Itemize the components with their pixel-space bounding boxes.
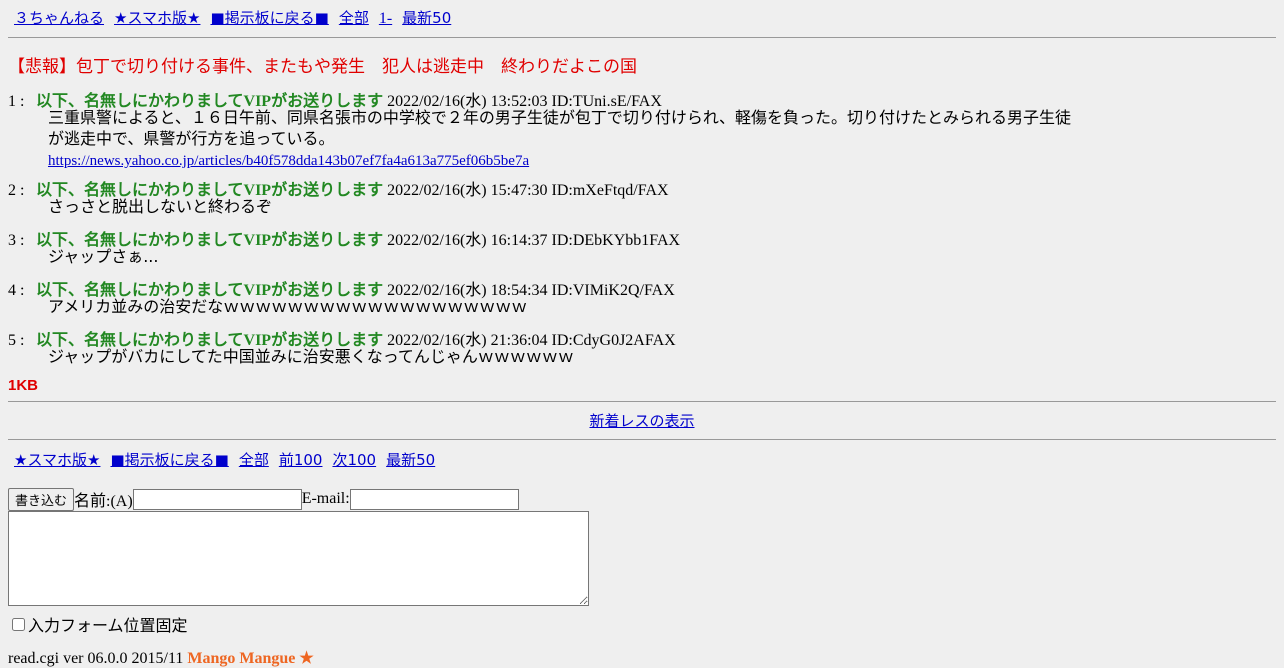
post-meta: 2022/02/16(水) 15:47:30 ID:mXeFtqd/FAX — [387, 182, 669, 199]
latest50-link[interactable]: 最新50 — [402, 9, 451, 27]
range-link[interactable]: 1- — [379, 10, 392, 27]
next100-link[interactable]: 次100 — [332, 451, 376, 469]
fix-form-position-option[interactable]: 入力フォーム位置固定 — [10, 612, 188, 636]
back-to-board-link[interactable]: ■掲示板に戻る■ — [110, 451, 228, 469]
message-textarea[interactable] — [8, 511, 589, 606]
divider — [8, 439, 1276, 440]
post-line: が逃走中で、県警が行方を追っている。 — [48, 129, 335, 148]
smartphone-link[interactable]: ★スマホ版★ — [114, 9, 200, 27]
fix-form-position-label: 入力フォーム位置固定 — [28, 616, 188, 635]
post-form-row: 書き込む 名前:(A) E-mail: — [8, 487, 519, 511]
smartphone-link[interactable]: ★スマホ版★ — [14, 451, 100, 469]
brand-text: Mango Mangue ★ — [187, 650, 314, 667]
post-body: さっさと脱出しないと終わるぞ — [48, 196, 272, 217]
post-line: 三重県警によると、１６日午前、同県名張市の中学校で２年の男子生徒が包丁で切り付け… — [48, 108, 1072, 127]
name-label: 名前:(A) — [74, 493, 133, 510]
post-meta: 2022/02/16(水) 16:14:37 ID:DEbKYbb1FAX — [387, 232, 681, 249]
top-menu: ３ちゃんねる ★スマホ版★ ■掲示板に戻る■ 全部 1- 最新50 — [14, 7, 457, 28]
email-field[interactable] — [349, 488, 519, 510]
version-text: read.cgi ver 06.0.0 2015/11 — [8, 650, 184, 667]
submit-post-button[interactable]: 書き込む — [8, 487, 75, 511]
thread-title: 【悲報】包丁で切り付ける事件、またもや発生 犯人は逃走中 終わりだよこの国 — [8, 57, 637, 77]
show-all-link[interactable]: 全部 — [239, 451, 269, 469]
divider — [8, 37, 1276, 38]
footer: read.cgi ver 06.0.0 2015/11 Mango Mangue… — [8, 648, 314, 668]
post-number: 4 : — [8, 282, 25, 299]
name-field[interactable] — [132, 488, 302, 510]
post-line: アメリカ並みの治安だなｗｗｗｗｗｗｗｗｗｗｗｗｗｗｗｗｗｗｗ — [48, 297, 528, 316]
post-body: 三重県警によると、１６日午前、同県名張市の中学校で２年の男子生徒が包丁で切り付け… — [48, 107, 1071, 172]
fix-form-position-checkbox[interactable] — [12, 617, 25, 631]
post-line: ジャップがバカにしてた中国並みに治安悪くなってんじゃんｗｗｗｗｗｗ — [48, 347, 574, 366]
post-number: 3 : — [8, 232, 25, 249]
post-line: ジャップさぁ... — [48, 247, 159, 266]
show-new-res-link[interactable]: 新着レスの表示 — [589, 412, 694, 430]
email-label: E-mail: — [301, 490, 350, 507]
thread-size: 1KB — [8, 377, 39, 394]
news-article-link[interactable]: https://news.yahoo.co.jp/articles/b40f57… — [48, 153, 529, 169]
post-number: 5 : — [8, 332, 25, 349]
post-body: ジャップがバカにしてた中国並みに治安悪くなってんじゃんｗｗｗｗｗｗ — [48, 346, 574, 367]
post-number: 1 : — [8, 93, 25, 110]
post-line: さっさと脱出しないと終わるぞ — [48, 197, 273, 216]
site-home-link[interactable]: ３ちゃんねる — [14, 9, 104, 27]
post-body: ジャップさぁ... — [48, 246, 158, 267]
latest50-link[interactable]: 最新50 — [386, 451, 435, 469]
bottom-menu: ★スマホ版★ ■掲示板に戻る■ 全部 前100 次100 最新50 — [14, 449, 441, 470]
show-all-link[interactable]: 全部 — [339, 9, 369, 27]
new-res-row: 新着レスの表示 — [0, 410, 1284, 431]
prev100-link[interactable]: 前100 — [279, 451, 323, 469]
divider — [8, 401, 1276, 402]
back-to-board-link[interactable]: ■掲示板に戻る■ — [210, 9, 328, 27]
post-number: 2 : — [8, 182, 25, 199]
post-body: アメリカ並みの治安だなｗｗｗｗｗｗｗｗｗｗｗｗｗｗｗｗｗｗｗ — [48, 296, 527, 317]
